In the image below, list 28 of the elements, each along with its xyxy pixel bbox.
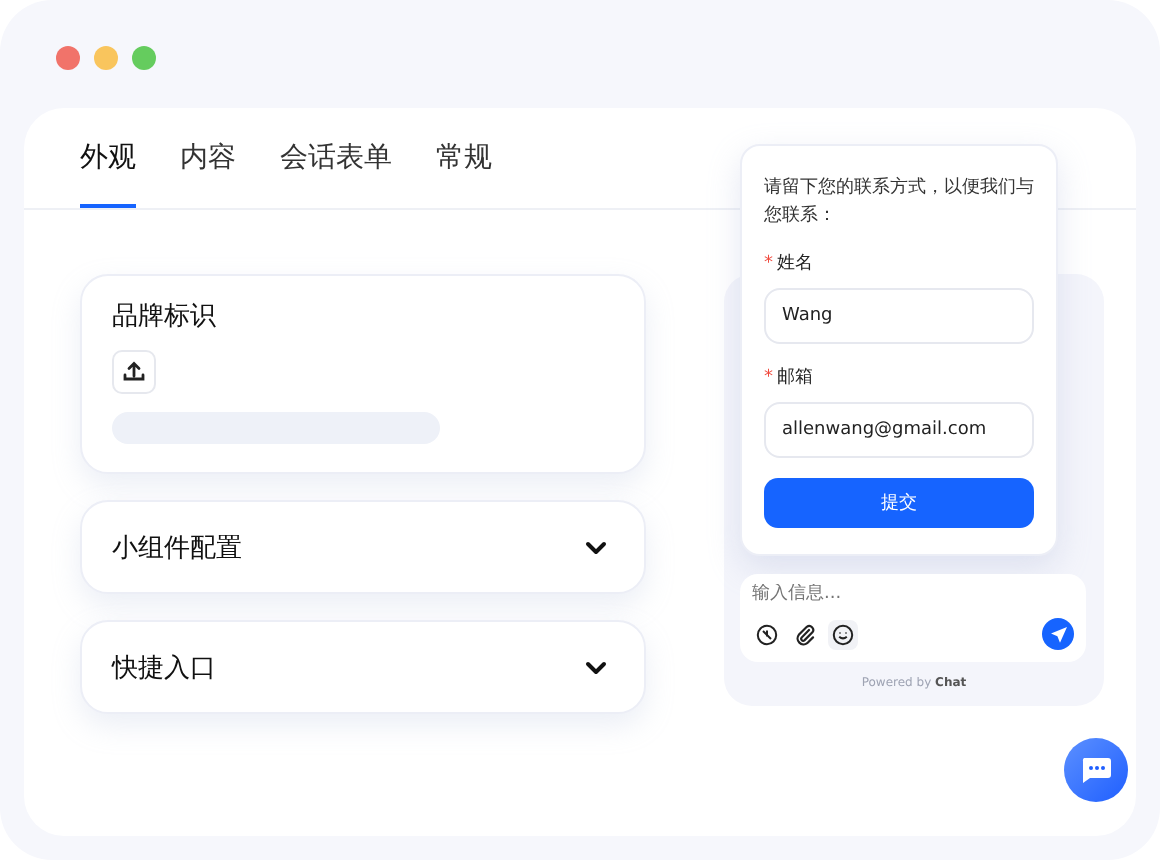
- send-icon: [1049, 625, 1067, 643]
- tab[interactable]: 内容: [180, 108, 236, 208]
- input-field[interactable]: Wang: [764, 288, 1034, 344]
- required-mark: *: [764, 254, 773, 274]
- send-button[interactable]: [1042, 618, 1074, 650]
- card-title: 快捷入口: [112, 651, 216, 685]
- minimize-dot[interactable]: [94, 46, 118, 70]
- close-dot[interactable]: [56, 46, 80, 70]
- tab[interactable]: 常规: [436, 108, 492, 208]
- smiley-icon[interactable]: [828, 619, 858, 649]
- input-field[interactable]: allenwang@gmail.com: [764, 402, 1034, 458]
- tab[interactable]: 外观: [80, 108, 136, 208]
- chat-launcher-button[interactable]: [1064, 738, 1128, 802]
- upload-icon: [122, 360, 146, 384]
- maximize-dot[interactable]: [132, 46, 156, 70]
- upload-button[interactable]: [112, 350, 156, 394]
- submit-button[interactable]: 提交: [764, 478, 1034, 528]
- field-label: * 邮箱: [764, 365, 815, 390]
- required-mark: *: [764, 368, 773, 388]
- collapsible-header[interactable]: 小组件配置: [82, 502, 644, 592]
- card-title: 小组件配置: [112, 531, 242, 565]
- paperclip-icon[interactable]: [790, 619, 820, 649]
- form-intro: 请留下您的联系方式，以便我们与您联系：: [764, 175, 1034, 230]
- tab[interactable]: 会话表单: [280, 108, 392, 208]
- collapsible-header[interactable]: 快捷入口: [82, 622, 644, 712]
- card-title: 品牌标识: [112, 300, 218, 334]
- chat-bubble-icon: [1080, 756, 1112, 784]
- field-label: * 姓名: [764, 251, 815, 276]
